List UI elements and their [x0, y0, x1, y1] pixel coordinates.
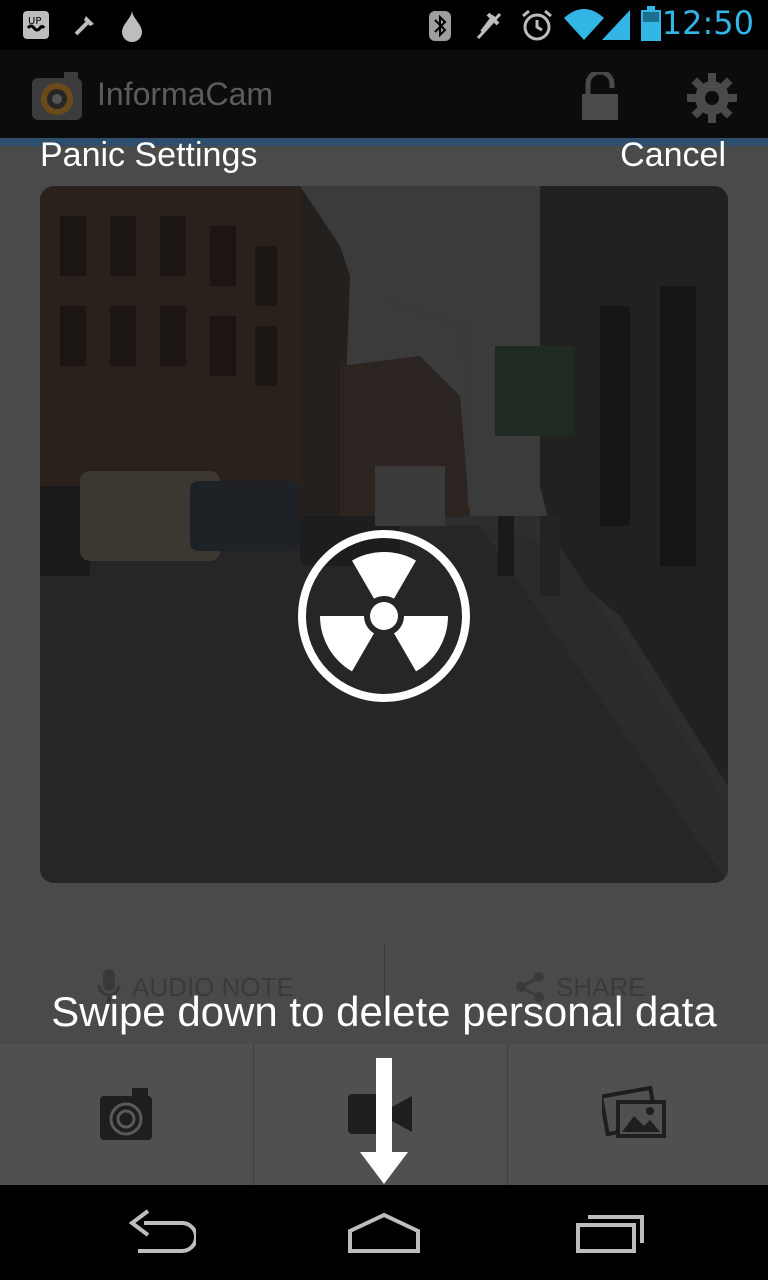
voicemail-icon: UP: [23, 11, 49, 39]
bluetooth-icon: [429, 11, 451, 41]
status-bar: UP 12:50: [0, 0, 768, 50]
home-icon[interactable]: [346, 1203, 422, 1263]
battery-icon: [641, 6, 661, 41]
signal-icon: [602, 10, 630, 40]
back-icon[interactable]: [124, 1203, 196, 1263]
swipe-hint: Swipe down to delete personal data: [51, 988, 717, 1035]
arrow-down-icon: [360, 1058, 408, 1184]
cancel-button[interactable]: Cancel: [620, 136, 726, 175]
tab-gallery[interactable]: [508, 1044, 762, 1185]
lock-icon[interactable]: [580, 72, 620, 122]
action-bar: InformaCam: [0, 50, 768, 138]
tab-photo[interactable]: [0, 1044, 254, 1185]
app-title: InformaCam: [97, 76, 274, 112]
app-logo-icon: [32, 72, 82, 120]
status-time: 12:50: [661, 4, 754, 42]
panic-settings-link[interactable]: Panic Settings: [40, 136, 257, 175]
camera-icon: [100, 1088, 152, 1140]
radiation-icon-blades: [296, 528, 472, 704]
mute-icon: [476, 12, 502, 40]
alarm-icon: [522, 9, 552, 41]
recent-apps-icon[interactable]: [574, 1203, 646, 1263]
navigation-bar: [0, 1185, 768, 1280]
tools-icon: [74, 16, 94, 36]
gallery-icon: [602, 1086, 666, 1138]
gear-icon[interactable]: [686, 72, 738, 124]
droplet-icon: [122, 10, 142, 42]
